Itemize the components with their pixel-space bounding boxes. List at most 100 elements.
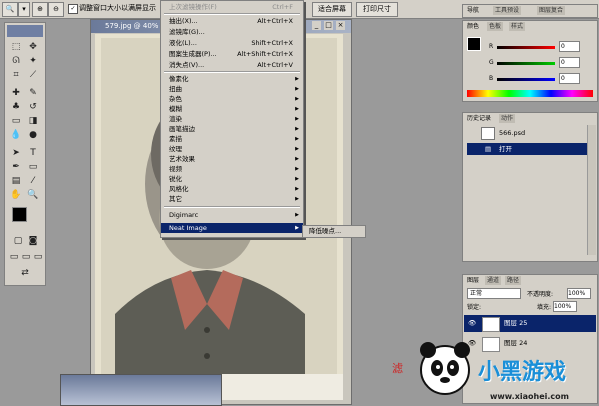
channel-g-value[interactable]: 0 xyxy=(559,57,580,68)
neat-image-submenu: 降低噪点... xyxy=(302,225,366,238)
imageready-icon[interactable]: ⇄ xyxy=(18,267,32,279)
resize-window-label: 调整窗口大小以满屏显示 xyxy=(79,4,156,12)
menu-item-pixelate[interactable]: 像素化 ▶ xyxy=(161,74,303,84)
tab-layers[interactable]: 图层 xyxy=(465,276,482,285)
menu-item-sketch[interactable]: 素描 ▶ xyxy=(161,134,303,144)
screen-mode-3-icon[interactable]: ▭ xyxy=(31,251,45,263)
magic-wand-icon[interactable]: ✦ xyxy=(26,55,40,67)
tab-paths[interactable]: 路径 xyxy=(505,276,522,285)
gradient-tool-icon[interactable]: ◨ xyxy=(26,115,40,127)
standard-mode-icon[interactable]: ▢ xyxy=(11,235,25,247)
menu-item-vanishing-point[interactable]: 消失点(V)... Alt+Ctrl+V xyxy=(161,60,303,70)
fill-input[interactable]: 100% xyxy=(553,301,577,312)
maximize-icon[interactable]: □ xyxy=(324,21,333,30)
dodge-tool-icon[interactable]: ● xyxy=(26,129,40,141)
menu-item-distort[interactable]: 扭曲 ▶ xyxy=(161,84,303,94)
foreground-color-swatch[interactable] xyxy=(12,207,27,222)
lasso-tool-icon[interactable]: ᘏ xyxy=(9,55,23,67)
menu-item-pattern-maker[interactable]: 图案生成器(P)... Alt+Shift+Ctrl+X xyxy=(161,49,303,59)
eye-icon[interactable]: 👁 xyxy=(468,315,476,332)
menu-item-render[interactable]: 渲染 ▶ xyxy=(161,114,303,124)
clone-stamp-icon[interactable]: ♣ xyxy=(9,101,23,113)
tab-tool-presets[interactable]: 工具预设 xyxy=(493,6,522,15)
menu-item-neat-image[interactable]: Neat Image ▶ xyxy=(161,223,303,233)
zoom-tool-box-icon[interactable]: 🔍 xyxy=(26,189,40,201)
notes-tool-icon[interactable]: ▤ xyxy=(9,175,23,187)
menu-item-filter-gallery[interactable]: 滤镜库(G)... xyxy=(161,27,303,37)
history-scrollbar[interactable] xyxy=(587,125,596,255)
close-icon[interactable]: × xyxy=(336,21,345,30)
menu-item-extract[interactable]: 抽出(X)... Alt+Ctrl+X xyxy=(161,16,303,26)
menu-item-liquify[interactable]: 液化(L)... Shift+Ctrl+X xyxy=(161,38,303,48)
hand-tool-icon[interactable]: ✋ xyxy=(9,189,23,201)
submenu-arrow-icon: ▶ xyxy=(295,96,299,102)
layer-thumbnail xyxy=(482,337,500,352)
tab-swatches[interactable]: 色板 xyxy=(487,22,504,31)
channel-g-slider[interactable] xyxy=(497,62,555,65)
history-brush-icon[interactable]: ↺ xyxy=(26,101,40,113)
type-tool-icon[interactable]: T xyxy=(26,147,40,159)
eyedropper-icon[interactable]: ⁄ xyxy=(26,175,40,187)
menu-item-blur[interactable]: 模糊 ▶ xyxy=(161,104,303,114)
menu-item-brush-strokes[interactable]: 画笔描边 ▶ xyxy=(161,124,303,134)
tab-styles[interactable]: 样式 xyxy=(509,22,526,31)
menu-item-stylize[interactable]: 风格化 ▶ xyxy=(161,184,303,194)
minimized-window[interactable] xyxy=(60,374,222,406)
opacity-label: 不透明度: xyxy=(527,291,554,298)
menu-item-video[interactable]: 视频 ▶ xyxy=(161,164,303,174)
history-snapshot-row[interactable]: 566.psd xyxy=(467,126,593,140)
channel-b-value[interactable]: 0 xyxy=(559,73,580,84)
tab-navigator[interactable]: 导航 xyxy=(465,6,482,15)
tab-channels[interactable]: 通道 xyxy=(485,276,502,285)
submenu-arrow-icon: ▶ xyxy=(295,116,299,122)
watermark-site-name: 小黑游戏 xyxy=(478,360,567,385)
pen-tool-icon[interactable]: ✒ xyxy=(9,161,23,173)
healing-brush-icon[interactable]: ✚ xyxy=(9,87,23,99)
opacity-input[interactable]: 100% xyxy=(567,288,591,299)
menu-item-last-filter[interactable]: 上次滤镜操作(F) Ctrl+F xyxy=(161,2,303,12)
crop-tool-icon[interactable]: ⌗ xyxy=(9,69,23,81)
tool-preset-dropdown[interactable]: ▾ xyxy=(18,2,30,17)
menu-item-label: 消失点(V)... xyxy=(169,61,205,69)
print-size-button[interactable]: 打印尺寸 xyxy=(356,2,398,17)
channel-b-label: B xyxy=(489,75,494,82)
quick-mask-icon[interactable]: ◙ xyxy=(26,235,40,247)
menu-item-noise[interactable]: 杂色 ▶ xyxy=(161,94,303,104)
zoom-in-icon[interactable]: ⊕ xyxy=(32,2,48,17)
resize-window-checkbox[interactable]: ✓ xyxy=(68,4,78,14)
history-state-row[interactable]: ▤ 打开 xyxy=(467,143,593,155)
minimize-icon[interactable]: _ xyxy=(312,21,321,30)
slice-tool-icon[interactable]: ⟋ xyxy=(26,69,40,81)
layer-row[interactable]: 👁 图层 24 xyxy=(464,335,596,352)
path-select-icon[interactable]: ➤ xyxy=(9,147,23,159)
submenu-arrow-icon: ▶ xyxy=(295,126,299,132)
blend-mode-select[interactable]: 正常 xyxy=(467,288,521,299)
color-ramp[interactable] xyxy=(467,90,593,97)
eraser-tool-icon[interactable]: ▭ xyxy=(9,115,23,127)
tab-history[interactable]: 历史记录 xyxy=(465,114,494,123)
brush-tool-icon[interactable]: ✎ xyxy=(26,87,40,99)
menu-item-texture[interactable]: 纹理 ▶ xyxy=(161,144,303,154)
zoom-tool-icon[interactable]: 🔍 xyxy=(2,2,18,17)
menu-item-reduce-noise[interactable]: 降低噪点... xyxy=(309,226,341,237)
channel-r-value[interactable]: 0 xyxy=(559,41,580,52)
tab-color[interactable]: 颜色 xyxy=(465,22,482,31)
menu-item-digimarc[interactable]: Digimarc ▶ xyxy=(161,210,303,220)
tab-layer-comps[interactable]: 图层复合 xyxy=(537,6,566,15)
history-state-name: 打开 xyxy=(499,145,512,153)
channel-b-slider[interactable] xyxy=(497,78,555,81)
channel-r-slider[interactable] xyxy=(497,46,555,49)
shape-tool-icon[interactable]: ▭ xyxy=(26,161,40,173)
zoom-out-icon[interactable]: ⊖ xyxy=(48,2,64,17)
color-panel-foreground-swatch[interactable] xyxy=(467,37,481,51)
fit-screen-button[interactable]: 适合屏幕 xyxy=(312,2,352,17)
menu-item-artistic[interactable]: 艺术效果 ▶ xyxy=(161,154,303,164)
marquee-tool-icon[interactable]: ⬚ xyxy=(9,41,23,53)
tab-actions[interactable]: 动作 xyxy=(499,114,516,123)
menu-item-other[interactable]: 其它 ▶ xyxy=(161,194,303,204)
move-tool-icon[interactable]: ✥ xyxy=(26,41,40,53)
menu-item-label: 图案生成器(P)... xyxy=(169,50,217,58)
menu-item-sharpen[interactable]: 锐化 ▶ xyxy=(161,174,303,184)
layer-row[interactable]: 👁 图层 25 xyxy=(464,315,596,332)
blur-tool-icon[interactable]: 💧 xyxy=(9,129,23,141)
